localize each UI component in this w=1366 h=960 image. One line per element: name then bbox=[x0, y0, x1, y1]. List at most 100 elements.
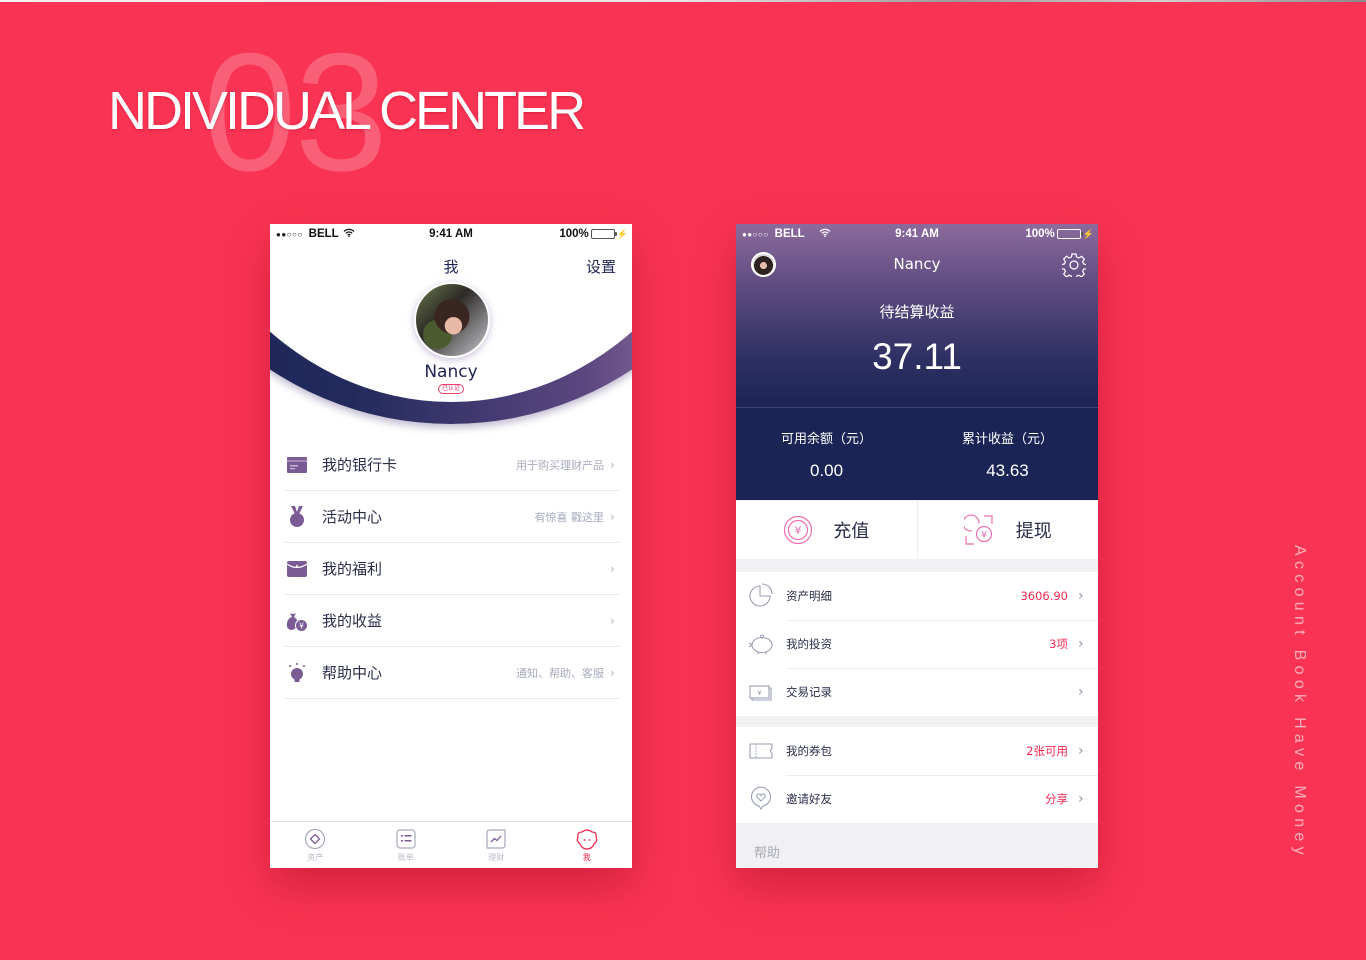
tab-assets[interactable]: 资产 bbox=[270, 822, 361, 868]
profile-menu: 我的银行卡 用于购买理财产品 › 活动中心 有惊喜 戳这里 › 我的福利 › ¥… bbox=[284, 439, 620, 699]
verified-badge: 已认证 bbox=[438, 384, 464, 394]
battery-icon bbox=[1056, 229, 1083, 239]
chevron-right-icon: › bbox=[610, 613, 615, 628]
menu-item-bank-card[interactable]: 我的银行卡 用于购买理财产品 › bbox=[284, 439, 620, 491]
list-label: 我的券包 bbox=[786, 744, 832, 758]
total-earnings: 累计收益（元） 43.63 bbox=[917, 408, 1098, 500]
chevron-right-icon: › bbox=[1078, 588, 1084, 604]
medal-icon bbox=[286, 505, 308, 528]
chevron-right-icon: › bbox=[610, 561, 615, 576]
menu-item-earnings[interactable]: ¥ 我的收益 › bbox=[284, 595, 620, 647]
list-value: 分享 bbox=[1045, 792, 1068, 806]
user-name: Nancy bbox=[893, 255, 941, 273]
available-balance: 可用余额（元） 0.00 bbox=[736, 408, 917, 500]
withdraw-button[interactable]: ¥ 提现 bbox=[916, 501, 1099, 559]
pending-earnings-label: 待结算收益 bbox=[879, 303, 955, 321]
total-earnings-label: 累计收益（元） bbox=[961, 432, 1053, 447]
user-name: Nancy bbox=[424, 362, 478, 382]
menu-item-help-center[interactable]: 帮助中心 通知、帮助、客服 › bbox=[284, 647, 620, 699]
list-item-invite-friends[interactable]: 邀请好友 分享 › bbox=[736, 775, 1098, 823]
carrier-label: BELL bbox=[308, 228, 339, 240]
money-bag-icon: ¥ bbox=[286, 610, 308, 632]
menu-label: 活动中心 bbox=[322, 508, 383, 526]
settings-button[interactable]: 设置 bbox=[586, 256, 616, 277]
menu-hint: 有惊喜 戳这里 bbox=[534, 510, 605, 524]
help-section-label: 帮助 bbox=[754, 846, 781, 861]
balance-summary: 可用余额（元） 0.00 累计收益（元） 43.63 bbox=[736, 407, 1098, 500]
tab-bar: 资产 账单 理财 我 bbox=[270, 821, 632, 868]
phone-profile-screen: ●●○○○ BELL 9:41 AM 100% ⚡ 我 设置 Nancy 已认证… bbox=[270, 224, 632, 868]
battery-percent: 100% bbox=[1025, 228, 1055, 240]
list-label: 资产明细 bbox=[786, 589, 832, 603]
signal-icon: ●●○○○ bbox=[742, 229, 769, 239]
wifi-icon bbox=[819, 228, 831, 240]
charging-icon: ⚡ bbox=[1082, 228, 1094, 239]
battery-percent: 100% bbox=[559, 228, 589, 240]
list-item-my-investments[interactable]: 我的投资 3项 › bbox=[736, 620, 1098, 668]
tab-label: 账单 bbox=[397, 853, 414, 862]
heart-chat-icon bbox=[750, 786, 772, 810]
list-item-transaction-records[interactable]: ¥ 交易记录 › bbox=[736, 668, 1098, 716]
list-item-asset-details[interactable]: 资产明细 3606.90 › bbox=[736, 572, 1098, 620]
tab-finance[interactable]: 理财 bbox=[451, 822, 542, 868]
tab-label: 理财 bbox=[488, 853, 505, 862]
finance-chart-icon bbox=[486, 829, 506, 849]
available-balance-value: 0.00 bbox=[809, 461, 844, 480]
list-label: 我的投资 bbox=[786, 637, 832, 651]
carrier-label: BELL bbox=[774, 228, 805, 240]
gear-icon[interactable] bbox=[1062, 253, 1086, 277]
list-value: 3项 bbox=[1049, 637, 1068, 651]
chevron-right-icon: › bbox=[1078, 743, 1084, 759]
section-title: NDIVIDUAL CENTER bbox=[108, 81, 586, 141]
svg-text:¥: ¥ bbox=[795, 524, 802, 537]
tab-me[interactable]: 我 bbox=[542, 822, 633, 868]
cash-record-icon: ¥ bbox=[749, 685, 772, 701]
fund-actions: ¥ 充值 ¥ 提现 bbox=[736, 501, 1098, 559]
list-value: 2张可用 bbox=[1026, 744, 1068, 758]
menu-item-activity-center[interactable]: 活动中心 有惊喜 戳这里 › bbox=[284, 491, 620, 543]
tab-label: 资产 bbox=[307, 853, 324, 862]
svg-text:¥: ¥ bbox=[757, 689, 762, 697]
svg-text:¥: ¥ bbox=[981, 530, 987, 541]
tab-label: 我 bbox=[582, 853, 591, 862]
pie-chart-icon bbox=[749, 583, 773, 607]
menu-label: 我的收益 bbox=[322, 612, 383, 630]
list-item-coupons[interactable]: 我的券包 2张可用 › bbox=[736, 727, 1098, 775]
withdraw-label: 提现 bbox=[1015, 521, 1052, 542]
recharge-label: 充值 bbox=[833, 521, 870, 542]
top-edge-strip bbox=[0, 0, 1366, 2]
chevron-right-icon: › bbox=[1078, 636, 1084, 652]
side-caption: Account Book Have Money bbox=[1291, 545, 1308, 860]
lightbulb-icon bbox=[286, 662, 308, 684]
chevron-right-icon: › bbox=[610, 509, 615, 524]
status-bar: ●●○○○ BELL 9:41 AM 100% ⚡ bbox=[736, 224, 1098, 244]
assets-icon bbox=[305, 828, 326, 850]
avatar[interactable] bbox=[414, 282, 490, 358]
menu-hint: 用于购买理财产品 bbox=[516, 458, 604, 472]
wifi-icon bbox=[343, 228, 355, 240]
chevron-right-icon: › bbox=[610, 665, 615, 680]
menu-hint: 通知、帮助、客服 bbox=[516, 666, 604, 680]
menu-label: 我的福利 bbox=[322, 560, 383, 578]
piggy-bank-icon bbox=[748, 634, 773, 654]
list-label: 交易记录 bbox=[786, 685, 832, 699]
profile-face-icon bbox=[576, 829, 598, 850]
bank-card-icon bbox=[286, 454, 308, 476]
status-bar: ●●○○○ BELL 9:41 AM 100% ⚡ bbox=[270, 224, 632, 244]
page-title: 我 bbox=[443, 258, 459, 276]
menu-label: 帮助中心 bbox=[322, 664, 383, 682]
svg-text:¥: ¥ bbox=[298, 621, 304, 630]
signal-icon: ●●○○○ bbox=[276, 229, 303, 239]
recharge-button[interactable]: ¥ 充值 bbox=[736, 501, 917, 559]
tab-bill[interactable]: 账单 bbox=[361, 822, 452, 868]
chevron-right-icon: › bbox=[1078, 791, 1084, 807]
menu-label: 我的银行卡 bbox=[322, 456, 398, 474]
menu-item-welfare[interactable]: 我的福利 › bbox=[284, 543, 620, 595]
available-balance-label: 可用余额（元） bbox=[780, 432, 872, 447]
account-list: 资产明细 3606.90 › 我的投资 3项 › ¥ 交易记录 › bbox=[736, 572, 1098, 716]
battery-icon bbox=[590, 229, 617, 239]
wallet-icon bbox=[286, 558, 308, 580]
chevron-right-icon: › bbox=[1078, 684, 1084, 700]
ticket-icon bbox=[749, 743, 773, 759]
pending-earnings-value: 37.11 bbox=[872, 336, 962, 377]
